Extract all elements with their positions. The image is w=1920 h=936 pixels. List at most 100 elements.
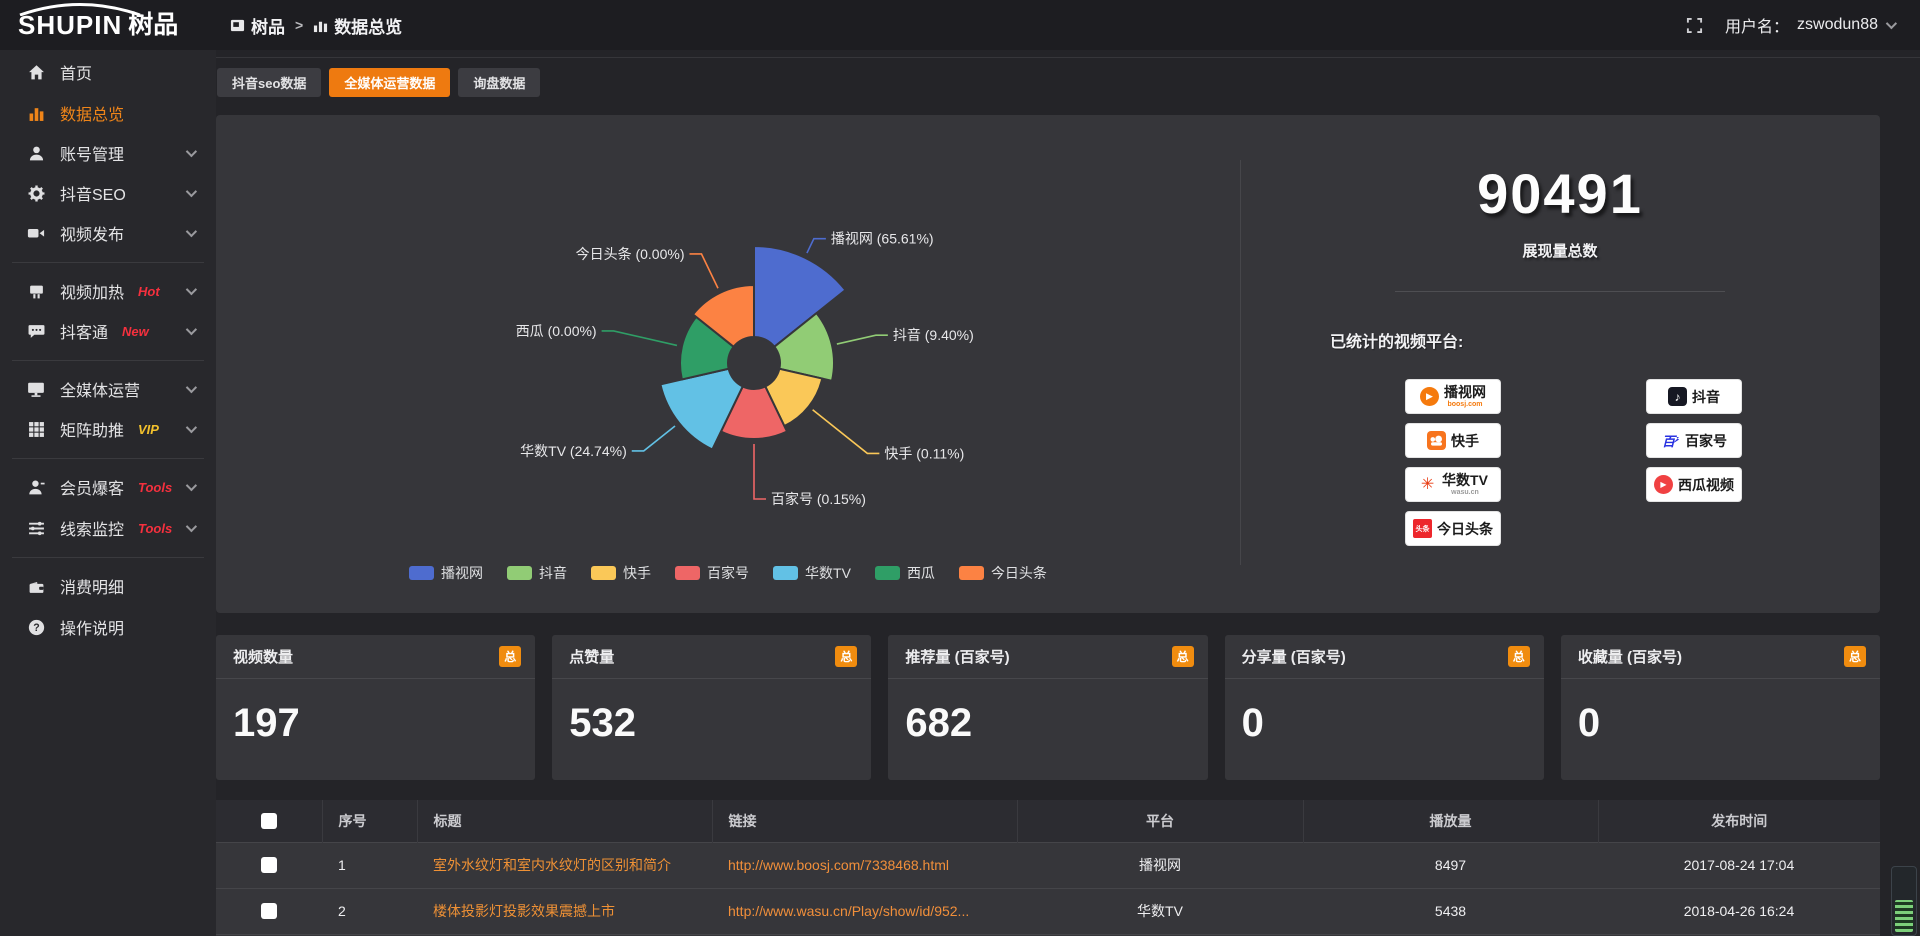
tab-抖音seo数据[interactable]: 抖音seo数据 — [217, 68, 321, 97]
breadcrumb-current[interactable]: 数据总览 — [313, 13, 402, 38]
cell-publish-time: 2017-08-24 17:04 — [1598, 842, 1880, 888]
videos-table: 序号标题链接平台播放量发布时间 1室外水纹灯和室内水纹灯的区别和简介http:/… — [216, 800, 1880, 936]
chevron-down-icon — [186, 284, 197, 295]
column-header-平台: 平台 — [1017, 800, 1303, 842]
legend-item-播视网[interactable]: 播视网 — [409, 563, 483, 583]
sidebar-item-会员爆客[interactable]: 会员爆客Tools — [0, 467, 216, 507]
svg-text:?: ? — [33, 622, 39, 634]
cell-video-title[interactable]: 楼体投影灯投影效果震撼上市 — [433, 903, 615, 919]
boosj-icon: ▶ — [1420, 387, 1439, 406]
legend-color-chip — [409, 566, 434, 580]
sidebar-item-消费明细[interactable]: 消费明细 — [0, 566, 216, 606]
tab-询盘数据[interactable]: 询盘数据 — [458, 68, 540, 97]
platform-card-西瓜视频[interactable]: ▶西瓜视频 — [1647, 468, 1741, 501]
platform-name: 快手 — [1451, 434, 1479, 448]
pie-label-line — [807, 239, 826, 253]
app-logo[interactable]: SHUPIN 树品 — [0, 12, 216, 38]
platform-card-今日头条[interactable]: 头条今日头条 — [1406, 512, 1500, 545]
bar-chart-icon — [26, 103, 46, 123]
cell-video-link[interactable]: http://www.wasu.cn/Play/show/id/952... — [728, 903, 969, 919]
platform-share-rose-chart[interactable]: 播视网 (65.61%)抖音 (9.40%)快手 (0.11%)百家号 (0.1… — [216, 115, 1240, 612]
cell-video-link[interactable]: http://www.boosj.com/7338468.html — [728, 857, 949, 873]
sidebar-divider — [12, 360, 204, 361]
browser-helper-widget[interactable] — [1891, 866, 1917, 936]
stat-card-value: 532 — [569, 701, 871, 746]
legend-item-今日头条[interactable]: 今日头条 — [959, 563, 1047, 583]
sidebar-item-抖音SEO[interactable]: 抖音SEO — [0, 173, 216, 213]
select-all-checkbox[interactable] — [261, 813, 277, 829]
chevron-down-icon — [1886, 18, 1897, 29]
stat-card-header: 推荐量 (百家号)总 — [888, 635, 1207, 679]
stat-card-分享量 (百家号): 分享量 (百家号)总0 — [1225, 635, 1544, 780]
legend-item-百家号[interactable]: 百家号 — [675, 563, 749, 583]
sidebar-item-数据总览[interactable]: 数据总览 — [0, 93, 216, 133]
column-header-播放量: 播放量 — [1303, 800, 1598, 842]
video-icon — [26, 223, 46, 243]
data-tabs: 抖音seo数据全媒体运营数据询盘数据 — [217, 68, 540, 97]
sidebar-item-视频发布[interactable]: 视频发布 — [0, 213, 216, 253]
row-checkbox[interactable] — [261, 857, 277, 873]
pie-label-line — [690, 254, 718, 288]
tab-全媒体运营数据[interactable]: 全媒体运营数据 — [329, 68, 450, 97]
platform-card-百家号[interactable]: 百百家号 — [1647, 424, 1741, 457]
cell-publish-time: 2018-04-26 16:24 — [1598, 888, 1880, 934]
stat-card-点赞量: 点赞量 总 532 — [552, 635, 871, 780]
top-bar: SHUPIN 树品 树品 > 数据总览 用户名：zswodun88 — [0, 0, 1920, 50]
total-badge[interactable]: 总 — [835, 646, 857, 667]
platform-subtext: wasu.cn — [1451, 489, 1479, 496]
total-badge[interactable]: 总 — [1508, 646, 1530, 667]
kuaishou-icon — [1427, 431, 1446, 450]
pie-label-line — [754, 444, 766, 499]
baijia-icon: 百 — [1661, 431, 1680, 450]
legend-item-快手[interactable]: 快手 — [591, 563, 651, 583]
platform-card-快手[interactable]: 快手 — [1406, 424, 1500, 457]
sidebar-item-账号管理[interactable]: 账号管理 — [0, 133, 216, 173]
cell-video-title[interactable]: 室外水纹灯和室内水纹灯的区别和简介 — [433, 857, 671, 873]
chevron-down-icon — [186, 226, 197, 237]
user-menu[interactable]: 用户名：zswodun88 — [1725, 13, 1894, 37]
grid-icon — [26, 419, 46, 439]
total-exposure-value: 90491 — [1240, 161, 1880, 226]
sidebar-item-操作说明[interactable]: ?操作说明 — [0, 607, 216, 647]
breadcrumb-root[interactable]: 树品 — [230, 13, 285, 38]
wallet-icon — [26, 576, 46, 596]
legend-item-西瓜[interactable]: 西瓜 — [875, 563, 935, 583]
pie-label-西瓜: 西瓜 (0.00%) — [516, 323, 597, 339]
pie-label-快手: 快手 (0.11%) — [884, 445, 964, 461]
pie-label-抖音: 抖音 (9.40%) — [893, 327, 974, 343]
pie-label-华数TV: 华数TV (24.74%) — [520, 443, 627, 459]
row-checkbox[interactable] — [261, 903, 277, 919]
logo-text-en: SHUPIN — [18, 12, 122, 38]
sidebar-item-全媒体运营[interactable]: 全媒体运营 — [0, 369, 216, 409]
legend-label: 抖音 — [539, 563, 567, 583]
total-badge[interactable]: 总 — [1844, 646, 1866, 667]
pie-slice-华数TV[interactable] — [660, 369, 742, 450]
total-badge[interactable]: 总 — [499, 646, 521, 667]
platform-card-抖音[interactable]: ♪抖音 — [1647, 380, 1741, 413]
stat-card-title: 点赞量 — [569, 646, 614, 667]
sidebar-item-线索监控[interactable]: 线索监控Tools — [0, 508, 216, 548]
douyin-icon: ♪ — [1668, 387, 1687, 406]
summary-divider — [1395, 291, 1725, 292]
total-badge[interactable]: 总 — [1172, 646, 1194, 667]
sidebar-item-首页[interactable]: 首页 — [0, 52, 216, 92]
pie-label-百家号: 百家号 (0.15%) — [771, 491, 866, 507]
legend-color-chip — [591, 566, 616, 580]
stat-card-收藏量 (百家号): 收藏量 (百家号)总0 — [1561, 635, 1880, 780]
platform-card-华数TV[interactable]: ✳华数TVwasu.cn — [1406, 468, 1500, 501]
fullscreen-icon[interactable] — [1686, 17, 1703, 34]
overview-panel: 播视网 (65.61%)抖音 (9.40%)快手 (0.11%)百家号 (0.1… — [216, 115, 1880, 613]
platform-card-播视网[interactable]: ▶播视网boosj.com — [1406, 380, 1500, 413]
legend-item-华数TV[interactable]: 华数TV — [773, 563, 851, 583]
sliders-icon — [26, 518, 46, 538]
sidebar-item-视频加热[interactable]: 视频加热Hot — [0, 271, 216, 311]
main-content: 抖音seo数据全媒体运营数据询盘数据 播视网 (65.61%)抖音 (9.40%… — [216, 50, 1920, 936]
sidebar-item-矩阵助推[interactable]: 矩阵助推VIP — [0, 409, 216, 449]
pie-label-line — [837, 335, 888, 344]
legend-item-抖音[interactable]: 抖音 — [507, 563, 567, 583]
sidebar-item-抖客通[interactable]: 抖客通New — [0, 311, 216, 351]
legend-label: 快手 — [623, 563, 651, 583]
bar-chart-icon — [313, 18, 328, 33]
stat-card-value: 0 — [1578, 701, 1880, 746]
sidebar-badge: New — [122, 324, 149, 339]
